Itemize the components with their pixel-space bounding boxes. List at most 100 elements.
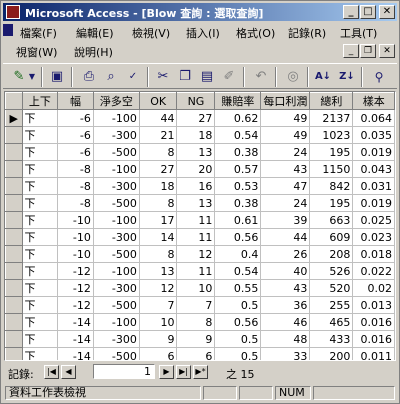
cell-updown[interactable]: 下 — [21, 279, 59, 297]
cell-win-rate[interactable]: 0.57 — [214, 160, 262, 178]
cell-total-profit[interactable]: 1023 — [309, 126, 354, 144]
table-row[interactable]: 下 -10 -100 17 11 0.61 39 663 0.025 — [5, 211, 395, 229]
cell-width[interactable]: -8 — [57, 160, 94, 178]
column-header-updown[interactable]: 上下 — [21, 92, 59, 110]
cell-win-rate[interactable]: 0.4 — [214, 245, 262, 263]
menu-records[interactable]: 記錄(R) — [285, 24, 329, 42]
cell-total-profit[interactable]: 842 — [309, 177, 354, 195]
hyperlink-icon[interactable]: ◎ — [283, 67, 303, 87]
cell-ng[interactable]: 11 — [176, 228, 216, 246]
cell-ok[interactable]: 27 — [138, 160, 178, 178]
table-row[interactable]: 下 -14 -100 10 8 0.56 46 465 0.016 — [5, 313, 395, 331]
menu-view[interactable]: 檢視(V) — [129, 24, 173, 42]
column-header-net-position[interactable]: 淨多空 — [92, 92, 140, 110]
record-selector[interactable] — [5, 347, 23, 360]
cell-ok[interactable]: 8 — [138, 194, 178, 212]
cell-ok[interactable]: 10 — [138, 313, 178, 331]
cell-win-rate[interactable]: 0.5 — [214, 347, 262, 360]
cell-width[interactable]: -6 — [57, 126, 94, 144]
last-record-button[interactable]: ▶| — [176, 365, 191, 379]
cell-width[interactable]: -10 — [57, 245, 94, 263]
paste-icon[interactable]: ▤ — [197, 67, 217, 87]
cell-profit-per-lot[interactable]: 33 — [260, 347, 311, 360]
cell-ok[interactable]: 12 — [138, 279, 178, 297]
cell-ok[interactable]: 44 — [138, 109, 178, 127]
menu-file[interactable]: 檔案(F) — [17, 24, 60, 42]
cell-updown[interactable]: 下 — [21, 262, 59, 280]
cell-profit-per-lot[interactable]: 24 — [260, 143, 311, 161]
cell-sample[interactable]: 0.019 — [352, 194, 395, 212]
cell-sample[interactable]: 0.022 — [352, 262, 395, 280]
cell-width[interactable]: -12 — [57, 262, 94, 280]
record-selector[interactable] — [5, 228, 23, 246]
cell-net-position[interactable]: -500 — [92, 143, 140, 161]
cell-updown[interactable]: 下 — [21, 245, 59, 263]
cell-win-rate[interactable]: 0.38 — [214, 143, 262, 161]
sort-ascending-icon[interactable]: A↓ — [313, 67, 333, 87]
column-header-win-rate[interactable]: 賺賠率 — [214, 92, 262, 110]
cell-updown[interactable]: 下 — [21, 228, 59, 246]
cell-win-rate[interactable]: 0.54 — [214, 126, 262, 144]
table-row[interactable]: 下 -12 -500 7 7 0.5 36 255 0.013 — [5, 296, 395, 314]
cell-sample[interactable]: 0.043 — [352, 160, 395, 178]
table-row[interactable]: 下 -12 -100 13 11 0.54 40 526 0.022 — [5, 262, 395, 280]
cell-total-profit[interactable]: 465 — [309, 313, 354, 331]
spelling-icon[interactable]: ✓ — [123, 67, 143, 87]
cell-width[interactable]: -14 — [57, 330, 94, 348]
cell-ok[interactable]: 8 — [138, 245, 178, 263]
cell-ng[interactable]: 12 — [176, 245, 216, 263]
cell-net-position[interactable]: -500 — [92, 347, 140, 360]
format-painter-icon[interactable]: ✐ — [219, 67, 239, 87]
table-row[interactable]: 下 -10 -500 8 12 0.4 26 208 0.018 — [5, 245, 395, 263]
mdi-minimize-button[interactable]: _ — [343, 44, 359, 58]
cell-win-rate[interactable]: 0.38 — [214, 194, 262, 212]
cell-profit-per-lot[interactable]: 49 — [260, 109, 311, 127]
cell-ok[interactable]: 13 — [138, 262, 178, 280]
cell-net-position[interactable]: -100 — [92, 109, 140, 127]
print-preview-icon[interactable]: ⌕ — [101, 67, 121, 87]
select-all-corner[interactable] — [5, 92, 23, 110]
record-selector[interactable] — [5, 177, 23, 195]
mdi-restore-button[interactable]: ❐ — [360, 44, 376, 58]
cell-net-position[interactable]: -500 — [92, 194, 140, 212]
cell-ng[interactable]: 6 — [176, 347, 216, 360]
cell-sample[interactable]: 0.031 — [352, 177, 395, 195]
cell-net-position[interactable]: -100 — [92, 211, 140, 229]
column-header-profit-per-lot[interactable]: 每口利潤 — [260, 92, 311, 110]
cell-win-rate[interactable]: 0.54 — [214, 262, 262, 280]
undo-icon[interactable]: ↶ — [251, 67, 271, 87]
cell-updown[interactable]: 下 — [21, 160, 59, 178]
cell-total-profit[interactable]: 255 — [309, 296, 354, 314]
cell-net-position[interactable]: -100 — [92, 262, 140, 280]
cell-profit-per-lot[interactable]: 43 — [260, 279, 311, 297]
record-selector[interactable] — [5, 279, 23, 297]
cell-total-profit[interactable]: 433 — [309, 330, 354, 348]
cell-sample[interactable]: 0.064 — [352, 109, 395, 127]
menu-tools[interactable]: 工具(T) — [337, 24, 380, 42]
cell-sample[interactable]: 0.016 — [352, 330, 395, 348]
cell-net-position[interactable]: -500 — [92, 296, 140, 314]
record-selector[interactable] — [5, 313, 23, 331]
cell-updown[interactable]: 下 — [21, 109, 59, 127]
table-row[interactable]: 下 -8 -500 8 13 0.38 24 195 0.019 — [5, 194, 395, 212]
cell-updown[interactable]: 下 — [21, 211, 59, 229]
cell-ok[interactable]: 21 — [138, 126, 178, 144]
cell-updown[interactable]: 下 — [21, 177, 59, 195]
cell-ok[interactable]: 18 — [138, 177, 178, 195]
menu-insert[interactable]: 插入(I) — [183, 24, 223, 42]
record-selector[interactable] — [5, 245, 23, 263]
cell-profit-per-lot[interactable]: 24 — [260, 194, 311, 212]
cell-width[interactable]: -8 — [57, 194, 94, 212]
cell-profit-per-lot[interactable]: 49 — [260, 126, 311, 144]
cell-net-position[interactable]: -100 — [92, 313, 140, 331]
cell-ng[interactable]: 7 — [176, 296, 216, 314]
cell-width[interactable]: -6 — [57, 109, 94, 127]
table-row[interactable]: 下 -8 -300 18 16 0.53 47 842 0.031 — [5, 177, 395, 195]
first-record-button[interactable]: |◀ — [44, 365, 59, 379]
cell-net-position[interactable]: -300 — [92, 126, 140, 144]
cell-ok[interactable]: 7 — [138, 296, 178, 314]
cell-width[interactable]: -12 — [57, 296, 94, 314]
cell-total-profit[interactable]: 609 — [309, 228, 354, 246]
table-row[interactable]: 下 -6 -300 21 18 0.54 49 1023 0.035 — [5, 126, 395, 144]
table-row[interactable]: 下 -6 -500 8 13 0.38 24 195 0.019 — [5, 143, 395, 161]
